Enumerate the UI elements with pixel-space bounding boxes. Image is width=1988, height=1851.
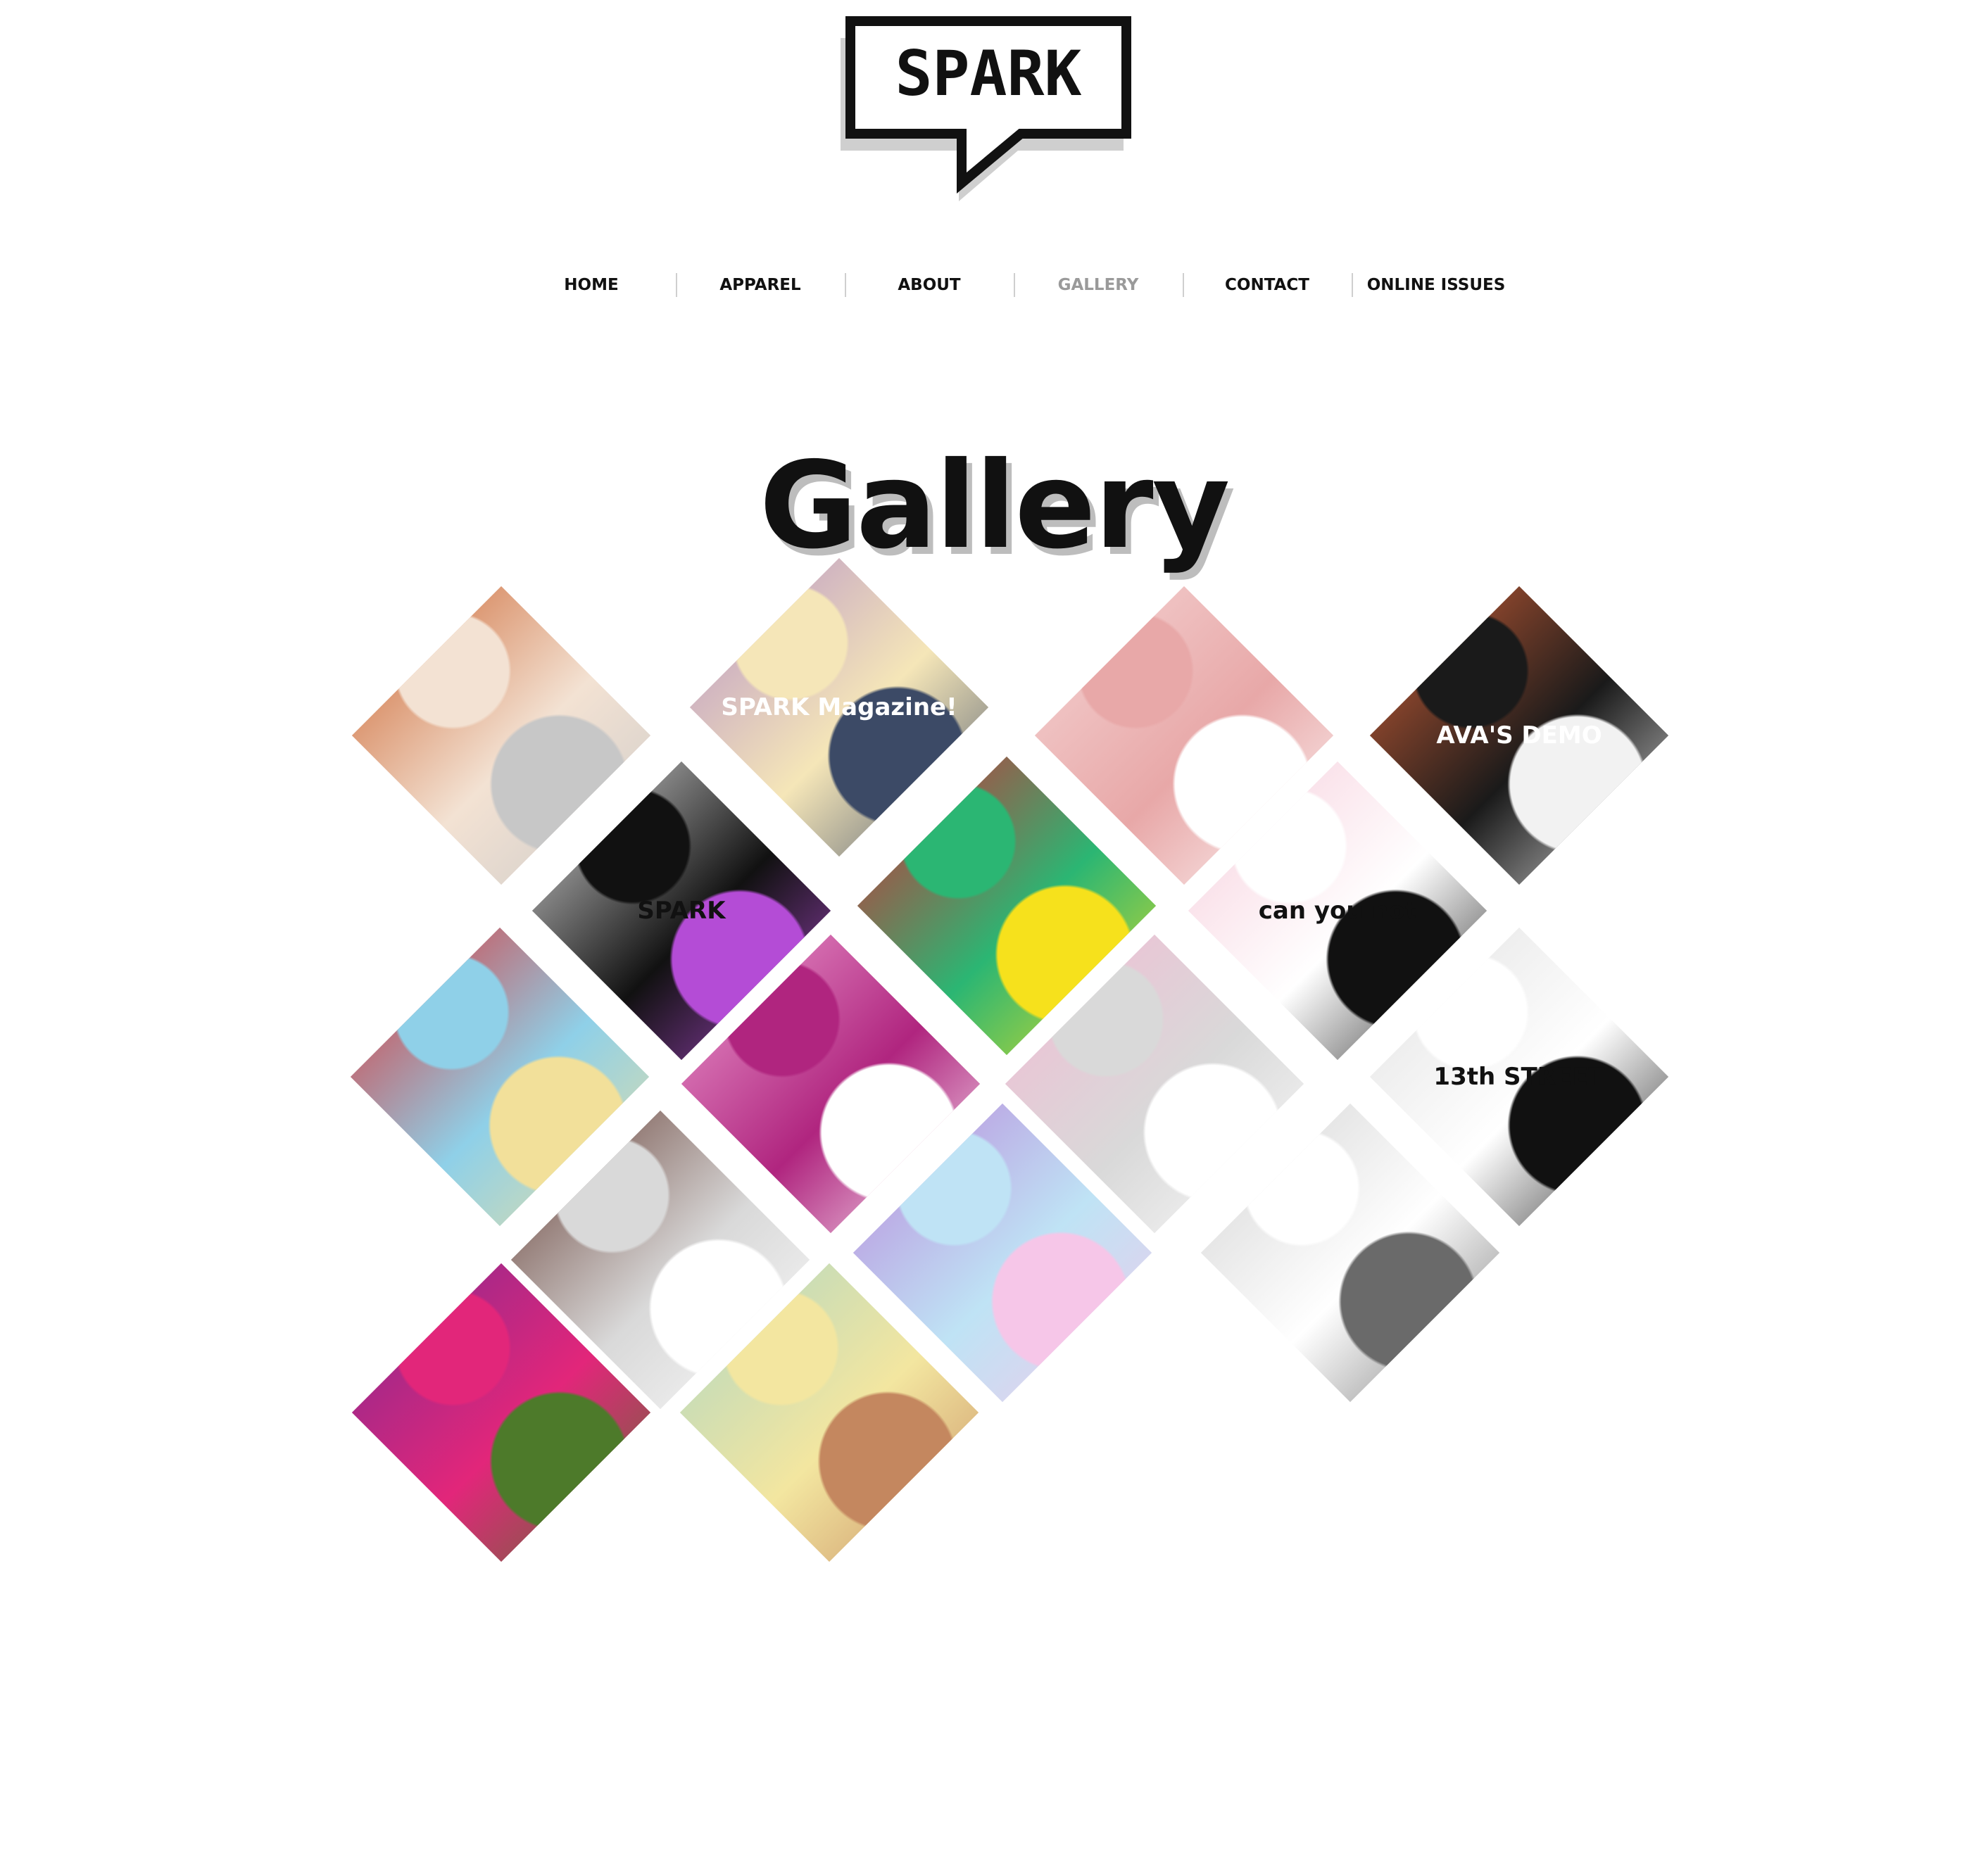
gallery-grid: SPARK Magazine! AVA'S DEMO SPARK can you no… — [0, 0, 1988, 1851]
gallery-caption: SPARK Magazine! — [721, 693, 957, 721]
gallery-tile-2[interactable]: SPARK Magazine! — [689, 557, 989, 857]
